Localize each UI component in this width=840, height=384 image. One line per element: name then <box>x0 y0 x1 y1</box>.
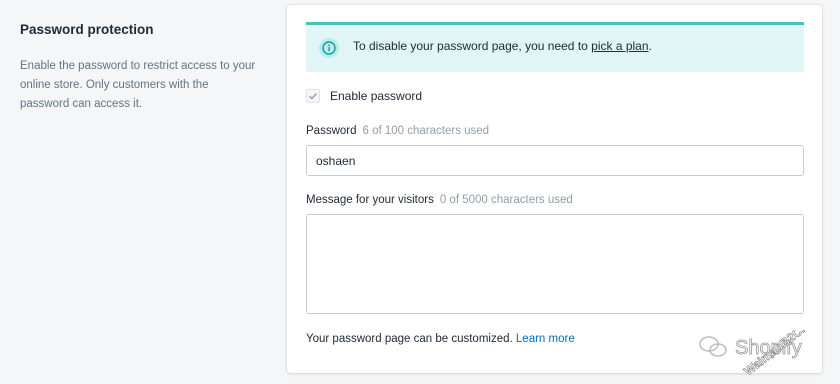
info-icon <box>319 38 339 58</box>
section-description: Enable the password to restrict access t… <box>20 60 256 110</box>
checkmark-icon <box>309 93 318 100</box>
message-char-count: 0 of 5000 characters used <box>439 194 573 206</box>
enable-password-label: Enable password <box>330 89 423 103</box>
banner-message: To disable your password page, you need … <box>353 39 652 53</box>
message-label-row: Message for your visitors 0 of 5000 chara… <box>306 194 573 206</box>
section-title: Password protection <box>20 22 154 37</box>
password-settings-card: To disable your password page, you need … <box>287 5 822 373</box>
info-banner: To disable your password page, you need … <box>306 22 804 72</box>
customize-note: Your password page can be customized. Le… <box>306 333 575 345</box>
password-label: Password <box>306 125 357 137</box>
message-label: Message for your visitors <box>306 194 434 206</box>
password-label-row: Password 6 of 100 characters used <box>306 125 489 137</box>
enable-password-checkbox[interactable] <box>306 89 320 103</box>
enable-password-row[interactable]: Enable password <box>306 89 422 103</box>
learn-more-link[interactable]: Learn more <box>516 333 575 345</box>
pick-plan-link[interactable]: pick a plan <box>591 39 648 53</box>
password-char-count: 6 of 100 characters used <box>362 125 490 137</box>
password-input[interactable]: oshaen <box>306 145 804 176</box>
settings-section-info: Password protection Enable the password … <box>20 22 260 114</box>
visitor-message-textarea[interactable] <box>306 214 804 314</box>
